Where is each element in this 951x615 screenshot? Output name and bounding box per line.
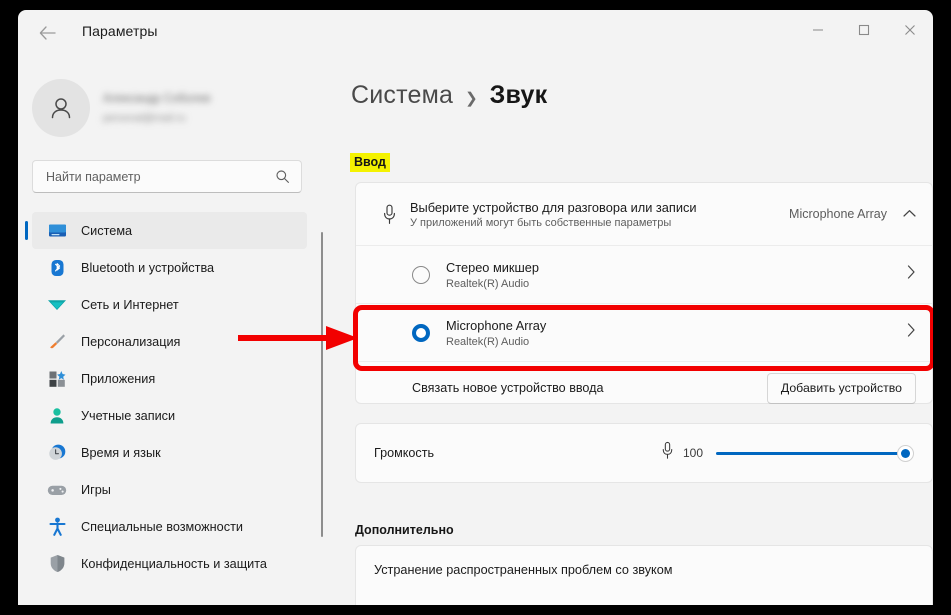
sidebar-item-apps[interactable]: Приложения [32, 360, 307, 397]
device-chevron-wrap [907, 265, 916, 284]
add-device-button[interactable]: Добавить устройство [766, 372, 916, 404]
picker-value: Microphone Array [789, 207, 887, 221]
volume-slider[interactable] [716, 444, 914, 462]
radio-stereo-mixer[interactable] [412, 265, 430, 284]
advanced-section-label: Дополнительно [355, 523, 454, 537]
microphone-icon [661, 441, 674, 465]
sidebar-item-network[interactable]: Сеть и Интернет [32, 286, 307, 323]
volume-row: Громкость 100 [356, 424, 932, 482]
settings-window: Параметры Александр Соболев personal@mai… [18, 10, 933, 605]
volume-label: Громкость [374, 446, 435, 460]
sidebar-item-label: Игры [81, 482, 111, 497]
device-driver: Realtek(R) Audio [446, 335, 530, 348]
sidebar-item-label: Специальные возможности [81, 519, 243, 534]
sidebar-item-label: Учетные записи [81, 408, 176, 423]
device-texts: Microphone Array Realtek(R) Audio [446, 318, 546, 348]
input-devices-card: Выберите устройство для разговора или за… [355, 182, 933, 404]
sidebar-item-privacy[interactable]: Конфиденциальность и защита [32, 545, 307, 582]
search-box[interactable] [32, 160, 302, 193]
sidebar-item-label: Персонализация [81, 334, 181, 349]
sidebar-item-label: Сеть и Интернет [81, 297, 179, 312]
window-title: Параметры [82, 23, 158, 39]
accessibility-icon [45, 517, 69, 537]
gamepad-icon [45, 480, 69, 500]
page-title: Звук [489, 81, 548, 109]
search-input[interactable] [33, 169, 271, 184]
volume-controls: 100 [661, 441, 914, 465]
advanced-card: Устранение распространенных проблем со з… [355, 545, 933, 605]
minimize-button[interactable] [795, 10, 841, 50]
apps-icon [45, 369, 69, 389]
volume-value: 100 [683, 446, 704, 460]
device-chevron-wrap [907, 323, 916, 342]
sidebar-item-label: Время и язык [81, 445, 161, 460]
wifi-icon [45, 295, 69, 315]
back-button[interactable] [32, 19, 62, 47]
sidebar-item-label: Конфиденциальность и защита [81, 556, 267, 571]
search-icon [271, 169, 301, 184]
monitor-icon [45, 221, 69, 241]
troubleshoot-label: Устранение распространенных проблем со з… [374, 563, 673, 577]
input-device-picker-row[interactable]: Выберите устройство для разговора или за… [356, 183, 932, 245]
sidebar-item-label: Система [81, 223, 133, 238]
device-name: Стерео микшер [446, 259, 540, 275]
sidebar-item-label: Приложения [81, 371, 156, 386]
sidebar-item-personalization[interactable]: Персонализация [32, 323, 307, 360]
device-option-microphone-array[interactable]: Microphone Array Realtek(R) Audio [356, 303, 932, 361]
breadcrumb-parent[interactable]: Система [351, 81, 453, 110]
sidebar-item-system[interactable]: Система [25, 212, 307, 249]
user-profile[interactable]: Александр Соболев personal@mail.ru [32, 74, 302, 142]
chevron-right-icon[interactable] [907, 323, 916, 342]
profile-name: Александр Соболев [103, 92, 211, 105]
content-scrollbar[interactable] [321, 232, 323, 537]
clock-icon [45, 443, 69, 463]
title-bar: Параметры [18, 10, 933, 56]
close-button[interactable] [887, 10, 933, 50]
sidebar-item-time-language[interactable]: Время и язык [32, 434, 307, 471]
sidebar-item-label: Bluetooth и устройства [81, 260, 215, 275]
chevron-right-icon: ❯ [465, 90, 478, 107]
pair-label: Связать новое устройство ввода [412, 381, 604, 395]
sidebar-item-gaming[interactable]: Игры [32, 471, 307, 508]
pair-new-device-row: Связать новое устройство ввода Добавить … [356, 361, 932, 414]
volume-card: Громкость 100 [355, 423, 933, 483]
device-option-stereo-mixer[interactable]: Стерео микшер Realtek(R) Audio [356, 245, 932, 303]
shield-icon [45, 554, 69, 574]
device-driver: Realtek(R) Audio [446, 277, 530, 290]
radio-microphone-array[interactable] [412, 323, 430, 342]
slider-track [716, 451, 912, 455]
account-icon [45, 406, 69, 426]
chevron-right-icon[interactable] [907, 265, 916, 284]
input-section-label: Ввод [350, 153, 390, 172]
breadcrumb: Система ❯ Звук [351, 81, 547, 110]
picker-texts: Выберите устройство для разговора или за… [410, 200, 697, 229]
window-controls [795, 10, 933, 50]
slider-thumb[interactable] [897, 444, 914, 462]
bluetooth-icon [45, 258, 69, 278]
sidebar-item-accounts[interactable]: Учетные записи [32, 397, 307, 434]
sidebar: Александр Соболев personal@mail.ru Найти… [18, 56, 321, 605]
chevron-up-icon[interactable] [903, 205, 916, 223]
picker-subtitle: У приложений могут быть собственные пара… [410, 216, 672, 229]
microphone-icon [374, 204, 404, 225]
sidebar-nav: Система Bluetooth и устройства Сеть и Ин… [18, 212, 321, 605]
paintbrush-icon [45, 332, 69, 352]
sidebar-item-bluetooth[interactable]: Bluetooth и устройства [32, 249, 307, 286]
picker-title: Выберите устройство для разговора или за… [410, 199, 697, 215]
picker-right: Microphone Array [789, 205, 916, 223]
device-name: Microphone Array [446, 317, 547, 333]
device-texts: Стерео микшер Realtek(R) Audio [446, 260, 539, 290]
avatar [32, 79, 90, 137]
profile-email: personal@mail.ru [103, 111, 186, 124]
sidebar-item-accessibility[interactable]: Специальные возможности [32, 508, 307, 545]
troubleshoot-row[interactable]: Устранение распространенных проблем со з… [356, 546, 932, 594]
profile-text: Александр Соболев personal@mail.ru [103, 93, 210, 124]
maximize-button[interactable] [841, 10, 887, 50]
